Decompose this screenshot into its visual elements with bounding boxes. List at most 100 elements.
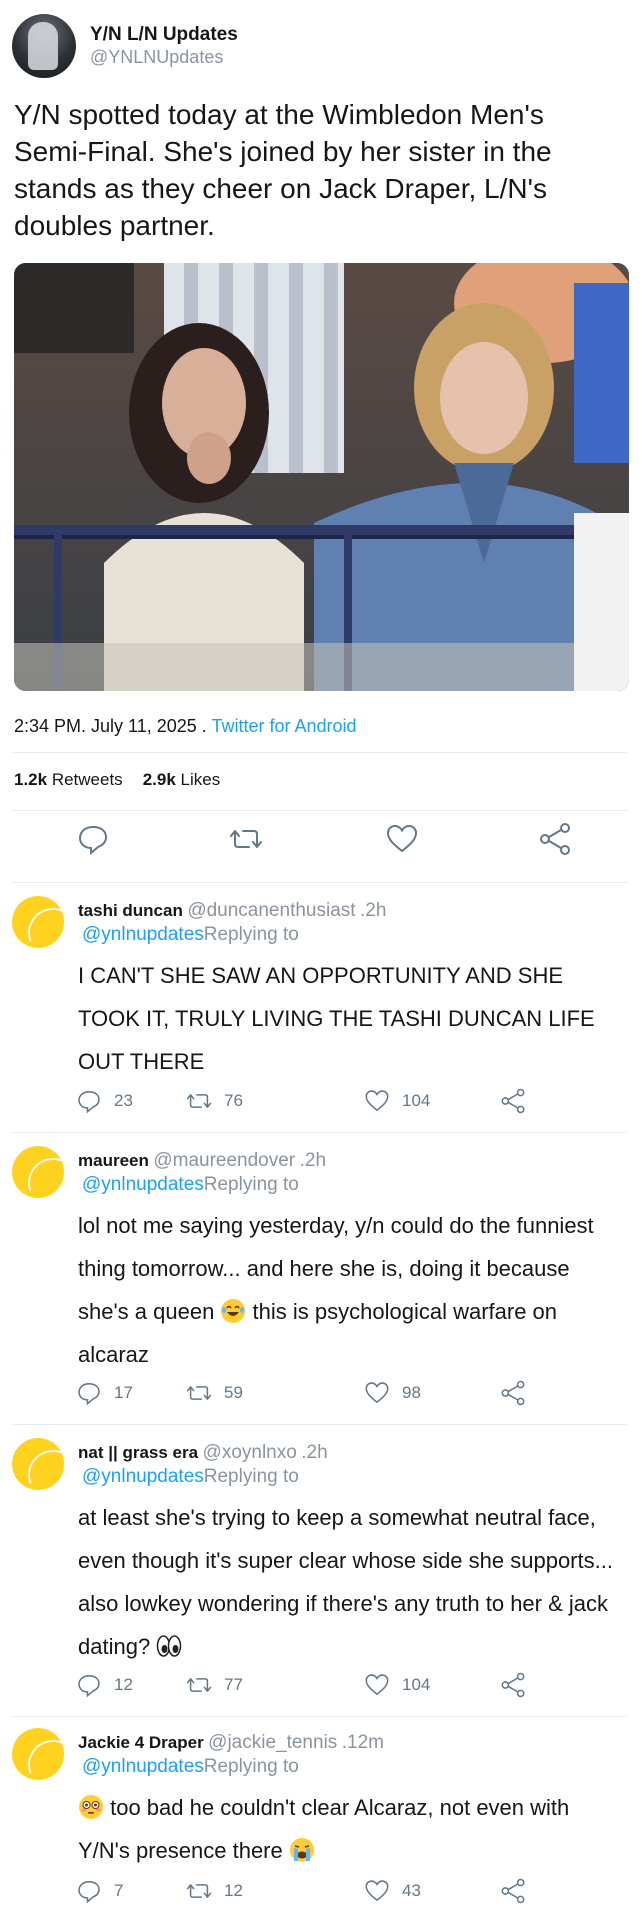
like-count: 104 [402,1091,431,1110]
retweets-stat[interactable]: 1.2k Retweets [14,770,123,790]
reply-handle[interactable]: @jackie_tennis [208,1732,337,1753]
retweet-arrows-icon [186,1094,212,1108]
reply-avatar[interactable] [12,896,64,948]
replying-to: @ynlnupdatesReplying to [82,924,299,946]
meta-separator: . [196,716,212,736]
loudly-crying-emoji [289,1838,314,1862]
reply-mention-link[interactable]: @ynlnupdates [82,1466,204,1487]
likes-stat[interactable]: 2.9k Likes [143,770,221,790]
reply-text: lol not me saying yesterday, y/n could d… [78,1204,626,1376]
retweet-arrows-icon [230,830,262,848]
retweet-count: 76 [224,1091,243,1110]
author-handle[interactable]: @YNLNUpdates [90,46,238,68]
like-count: 104 [402,1675,431,1694]
likes-label: Likes [175,770,221,789]
reply-reply-button[interactable]: 12 [76,1672,133,1698]
reply-count: 12 [114,1675,133,1694]
share-nodes-icon [540,823,570,855]
speech-bubble-icon [78,1383,100,1406]
reply-name[interactable]: tashi duncan [78,901,183,920]
heart-icon [365,1382,389,1404]
reply-mention-link[interactable]: @ynlnupdates [82,1174,204,1195]
reply-button[interactable] [76,822,110,856]
reply-like-button[interactable]: 98 [364,1380,421,1406]
reply-name[interactable]: nat || grass era [78,1443,198,1462]
reply-item: Jackie 4 Draper @jackie_tennis .12m @ynl… [12,1728,627,1920]
reply-time: .2h [301,1442,328,1463]
replying-to: @ynlnupdatesReplying to [82,1174,299,1196]
divider [12,1132,627,1133]
retweet-arrows-icon [186,1386,212,1400]
reply-retweet-button[interactable]: 76 [186,1088,243,1114]
reply-share-button[interactable] [500,1878,526,1904]
replying-to-label: Replying to [203,1466,299,1487]
retweet-count: 59 [224,1383,243,1402]
reply-retweet-button[interactable]: 59 [186,1380,243,1406]
reply-share-button[interactable] [500,1380,526,1406]
flushed-face-emoji [79,1795,103,1819]
reply-share-button[interactable] [500,1672,526,1698]
reply-mention-link[interactable]: @ynlnupdates [82,924,204,945]
tweet-timestamp[interactable]: 2:34 PM. July 11, 2025 [14,716,197,736]
reply-avatar[interactable] [12,1438,64,1490]
divider [12,882,627,883]
reply-handle[interactable]: @duncanenthusiast [187,900,355,921]
retweet-button[interactable] [229,822,263,856]
reply-time: .2h [360,900,387,921]
like-count: 43 [402,1881,421,1900]
reply-reply-button[interactable]: 23 [76,1088,133,1114]
reply-item: nat || grass era @xoynlnxo .2h @ynlnupda… [12,1438,627,1714]
reply-reply-button[interactable]: 7 [76,1878,123,1904]
retweet-arrows-icon [186,1678,212,1692]
reply-actions: 17 59 98 [76,1380,576,1408]
reply-handle[interactable]: @xoynlnxo [203,1442,297,1463]
reply-mention-link[interactable]: @ynlnupdates [82,1756,204,1777]
reply-name[interactable]: Jackie 4 Draper [78,1733,204,1752]
reply-share-button[interactable] [500,1088,526,1114]
reply-like-button[interactable]: 104 [364,1088,430,1114]
reply-header: Jackie 4 Draper @jackie_tennis .12m [78,1732,384,1754]
retweets-label: Retweets [47,770,123,789]
reply-like-button[interactable]: 43 [364,1878,421,1904]
divider [12,810,627,811]
reply-item: tashi duncan @duncanenthusiast .2h @ynln… [12,896,627,1130]
speech-bubble-icon [78,825,108,856]
reply-retweet-button[interactable]: 12 [186,1878,243,1904]
speech-bubble-icon [78,1091,100,1114]
reply-avatar[interactable] [12,1146,64,1198]
tweet-source-link[interactable]: Twitter for Android [211,716,356,736]
replying-to: @ynlnupdatesReplying to [82,1756,299,1778]
author-name[interactable]: Y/N L/N Updates [90,24,238,46]
author-info: Y/N L/N Updates @YNLNUpdates [90,24,238,68]
divider [12,1716,627,1717]
divider [12,1424,627,1425]
reply-time: .2h [299,1150,327,1171]
divider [12,752,627,753]
tweet-text: Y/N spotted today at the Wimbledon Men's… [14,99,552,241]
retweets-count: 1.2k [14,770,48,789]
tweet-meta: 2:34 PM. July 11, 2025 . Twitter for And… [14,716,357,737]
heart-icon [386,824,418,853]
tweet-actions [12,822,627,866]
retweet-arrows-icon [186,1884,212,1898]
reply-reply-button[interactable]: 17 [76,1380,133,1406]
reply-like-button[interactable]: 104 [364,1672,430,1698]
reply-name[interactable]: maureen [78,1151,149,1170]
tweet-photo[interactable] [14,263,629,691]
reply-count: 17 [114,1383,133,1402]
speech-bubble-icon [78,1675,100,1698]
author-avatar[interactable] [12,14,76,78]
laughing-tears-emoji [221,1299,246,1323]
replying-to-label: Replying to [203,924,299,945]
reply-retweet-button[interactable]: 77 [186,1672,243,1698]
like-button[interactable] [385,822,419,856]
speech-bubble-icon [78,1881,100,1904]
photo-illustration [14,263,629,691]
reply-handle[interactable]: @maureendover [153,1150,295,1171]
share-nodes-icon [501,1088,525,1114]
reply-actions: 7 12 43 [76,1878,576,1906]
reply-avatar[interactable] [12,1728,64,1780]
share-button[interactable] [538,822,572,856]
heart-icon [365,1880,389,1902]
share-nodes-icon [501,1878,525,1904]
